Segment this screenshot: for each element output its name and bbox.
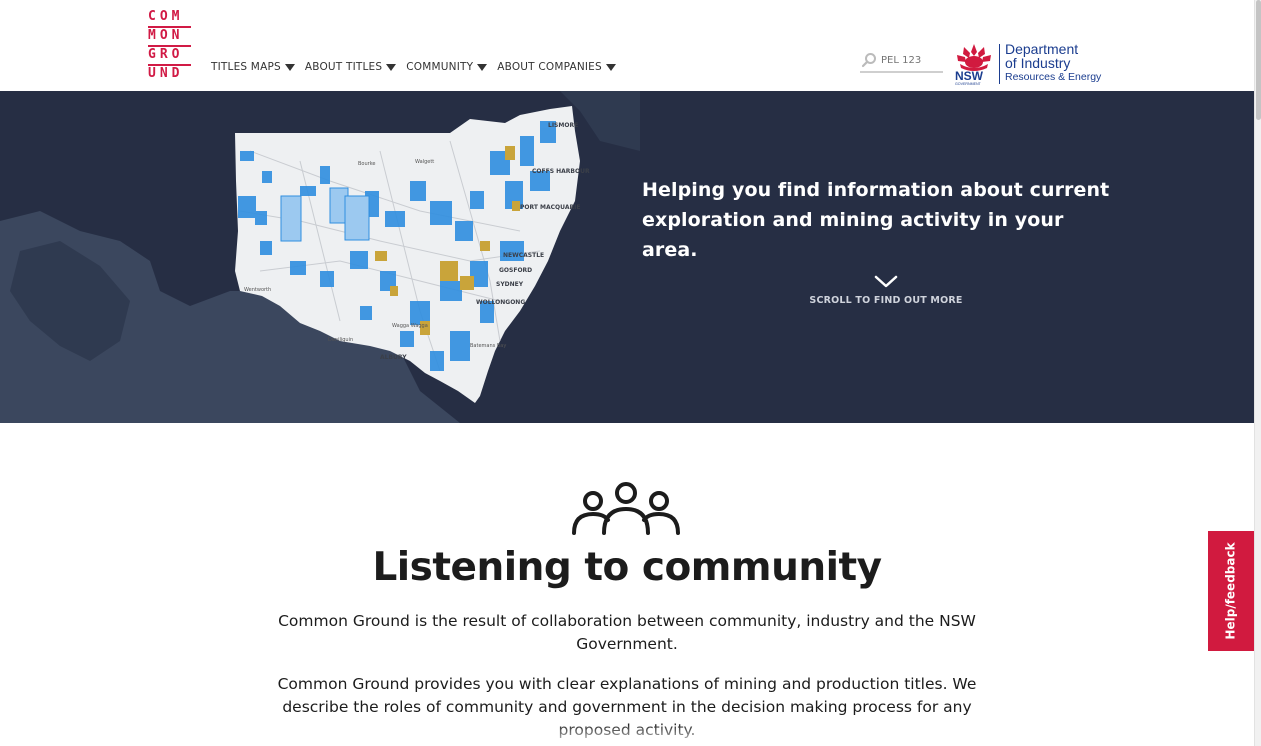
nav-label: ABOUT TITLES <box>304 61 383 73</box>
nsw-line-2: of Industry <box>1005 55 1071 71</box>
site-header: COM MON GRO UND TITLES MAPS ABOUT TITLES… <box>0 0 1254 91</box>
map-label: Batemans Bay <box>470 343 506 349</box>
nsw-government-label: GOVERNMENT <box>955 82 982 86</box>
nav-label: TITLES MAPS <box>211 61 281 73</box>
nsw-department-text: Department of Industry Resources & Energ… <box>1005 42 1101 84</box>
nav-label: COMMUNITY <box>406 61 474 73</box>
waratah-icon: NSW GOVERNMENT <box>955 44 991 86</box>
search-input[interactable] <box>881 54 941 66</box>
map-label: Deniliquin <box>328 337 353 343</box>
map-label: WOLLONGONG <box>476 299 525 306</box>
nav-titles-maps[interactable]: TITLES MAPS <box>211 61 295 73</box>
map-label: Bourke <box>358 161 376 167</box>
logo-line-4: UND <box>148 66 184 81</box>
nav-community[interactable]: COMMUNITY <box>406 61 488 73</box>
nsw-wordmark: NSW <box>955 69 984 83</box>
caret-down-icon <box>284 63 295 71</box>
help-feedback-label: Help/feedback <box>1224 542 1239 640</box>
nsw-line-3: Resources & Energy <box>1005 71 1102 83</box>
map-label: Wentworth <box>244 287 271 293</box>
map-label: GOSFORD <box>499 267 532 274</box>
section-title: Listening to community <box>372 545 882 590</box>
nsw-divider <box>999 44 1000 84</box>
common-ground-logo[interactable]: COM MON GRO UND <box>148 10 192 81</box>
logo-line-1: COM <box>148 9 184 24</box>
logo-line-2: MON <box>148 28 184 43</box>
intro-paragraph: Common Ground is the result of collabora… <box>278 612 976 653</box>
search-icon[interactable] <box>861 52 877 68</box>
map-label: Walgett <box>415 159 434 165</box>
chevron-down-icon[interactable] <box>874 275 898 289</box>
caret-down-icon <box>605 63 616 71</box>
help-feedback-button[interactable]: Help/feedback <box>1208 531 1254 651</box>
community-section: Listening to community Common Ground is … <box>0 423 1254 746</box>
search-box <box>860 49 943 73</box>
nsw-department-logo[interactable]: NSW GOVERNMENT Department of Industry Re… <box>954 42 1101 86</box>
map-label: COFFS HARBOUR <box>532 168 590 175</box>
scrollbar-thumb[interactable] <box>1256 0 1261 120</box>
page-scrollbar[interactable] <box>1254 0 1261 746</box>
map-label: SYDNEY <box>496 281 524 288</box>
map-label: NEWCASTLE <box>503 252 544 259</box>
nav-label: ABOUT COMPANIES <box>497 61 602 73</box>
map-label: Wagga Wagga <box>392 323 428 329</box>
logo-line-3: GRO <box>148 47 184 62</box>
hero-banner: LISMORE COFFS HARBOUR PORT MACQUARIE NEW… <box>0 91 1254 423</box>
nsw-line-1: Department <box>1005 41 1079 57</box>
nav-about-companies[interactable]: ABOUT COMPANIES <box>497 61 616 73</box>
nsw-titles-map[interactable]: LISMORE COFFS HARBOUR PORT MACQUARIE NEW… <box>0 91 640 423</box>
community-people-icon <box>572 482 680 535</box>
main-nav: TITLES MAPS ABOUT TITLES COMMUNITY ABOUT… <box>211 61 616 73</box>
caret-down-icon <box>386 63 397 71</box>
description-paragraph: Common Ground provides you with clear ex… <box>277 675 977 739</box>
scroll-to-find-out-more[interactable]: SCROLL TO FIND OUT MORE <box>786 295 986 306</box>
caret-down-icon <box>477 63 488 71</box>
nav-about-titles[interactable]: ABOUT TITLES <box>304 61 397 73</box>
hero-tagline: Helping you find information about curre… <box>642 179 1110 261</box>
map-label: ALBURY <box>380 354 407 361</box>
map-label: LISMORE <box>548 122 578 129</box>
map-label: PORT MACQUARIE <box>520 204 580 211</box>
